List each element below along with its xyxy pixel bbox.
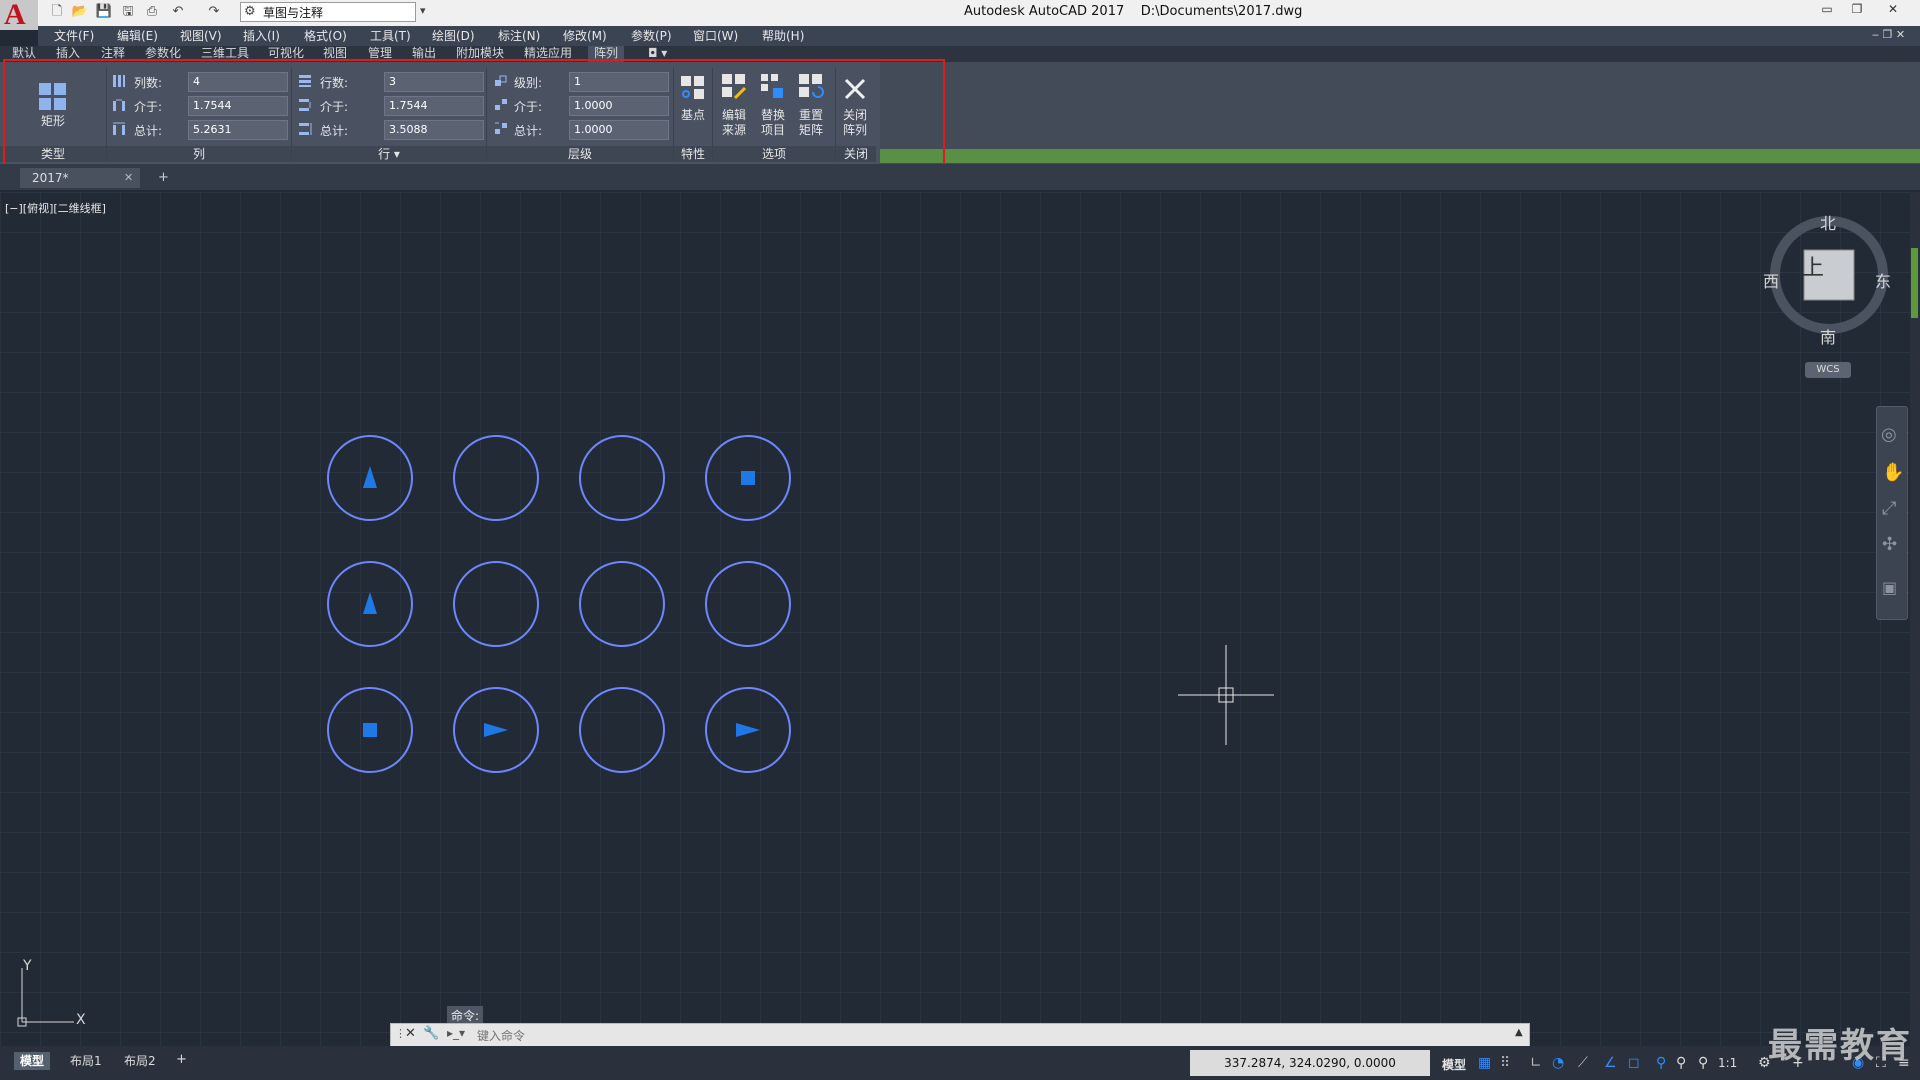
array-item-triangle-up bbox=[363, 466, 377, 488]
array-item-circle[interactable] bbox=[579, 687, 665, 773]
ucs-y-label: Y bbox=[23, 958, 32, 974]
orbit-icon[interactable]: ✣ bbox=[1882, 534, 1897, 555]
viewcube-west[interactable]: 西 bbox=[1763, 268, 1779, 292]
array-item-circle[interactable] bbox=[453, 435, 539, 521]
array-item-circle[interactable] bbox=[579, 561, 665, 647]
ucs-x-label: X bbox=[76, 1012, 86, 1028]
layout-tab-model[interactable]: 模型 bbox=[14, 1052, 51, 1070]
object-snap-icon[interactable]: ◻ bbox=[1628, 1055, 1640, 1071]
ortho-icon[interactable]: ∟ bbox=[1530, 1055, 1542, 1071]
steering-wheel-icon[interactable]: ◎ bbox=[1881, 424, 1897, 445]
array-item-circle[interactable] bbox=[579, 435, 665, 521]
coordinate-readout: 337.2874, 324.0290, 0.0000 bbox=[1190, 1050, 1430, 1076]
viewcube-face[interactable]: 上 bbox=[1783, 250, 1843, 282]
crosshair-cursor bbox=[1178, 645, 1274, 745]
wcs-menu[interactable]: WCS bbox=[1805, 362, 1851, 378]
array-drawing bbox=[327, 435, 791, 773]
object-snap-tracking-icon[interactable]: ∠ bbox=[1604, 1055, 1617, 1071]
recent-commands-icon[interactable]: ▸_▾ bbox=[447, 1026, 465, 1040]
watermark: 最需教育 bbox=[1768, 1026, 1912, 1066]
model-space-toggle[interactable]: 模型 bbox=[1442, 1056, 1466, 1073]
auto-scale-icon[interactable]: ⚲ bbox=[1676, 1055, 1686, 1071]
array-item-triangle-up bbox=[363, 592, 377, 614]
command-history-toggle-icon[interactable]: ▲ bbox=[1515, 1027, 1523, 1038]
zoom-extents-icon[interactable]: ⤢ bbox=[1882, 498, 1896, 519]
grid-icon[interactable]: ▦ bbox=[1478, 1055, 1491, 1071]
annotation-visibility-icon[interactable]: ⚲ bbox=[1656, 1055, 1666, 1071]
viewcube-east[interactable]: 东 bbox=[1875, 268, 1891, 292]
layout-tab-layout1[interactable]: 布局1 bbox=[64, 1052, 108, 1070]
annotation-scale-icon[interactable]: ⚲ bbox=[1698, 1055, 1708, 1071]
array-item-circle[interactable] bbox=[453, 561, 539, 647]
array-item-square bbox=[363, 723, 377, 737]
add-layout-icon[interactable]: + bbox=[176, 1052, 187, 1067]
snap-icon[interactable]: ⠿ bbox=[1500, 1055, 1510, 1071]
command-input[interactable] bbox=[475, 1026, 1499, 1046]
close-command-line-icon[interactable]: ✕ bbox=[405, 1026, 416, 1041]
pan-hand-icon[interactable]: ✋ bbox=[1882, 462, 1904, 483]
layout-tab-layout2[interactable]: 布局2 bbox=[118, 1052, 162, 1070]
array-item-square bbox=[741, 471, 755, 485]
array-item-triangle-right bbox=[736, 723, 760, 737]
command-line: ⋮ ✕ 🔧 ▸_▾ ▲ bbox=[390, 1023, 1530, 1047]
polar-tracking-icon[interactable]: ◔ bbox=[1552, 1055, 1564, 1071]
customize-wrench-icon[interactable]: 🔧 bbox=[423, 1026, 439, 1041]
showmotion-icon[interactable]: ▣ bbox=[1882, 578, 1897, 597]
array-item-triangle-right bbox=[484, 723, 508, 737]
array-item-circle[interactable] bbox=[705, 561, 791, 647]
viewcube-south[interactable]: 南 bbox=[1820, 324, 1836, 348]
isodraft-icon[interactable]: ⟋ bbox=[1578, 1055, 1588, 1071]
annotation-scale-value[interactable]: 1:1 bbox=[1718, 1056, 1737, 1070]
viewcube-north[interactable]: 北 bbox=[1820, 210, 1836, 234]
